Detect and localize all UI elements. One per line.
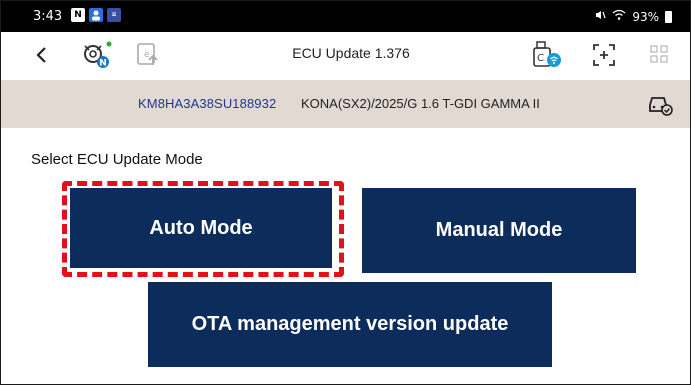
ota-update-button[interactable]: OTA management version update — [148, 282, 552, 367]
status-time: 3:43 — [33, 9, 63, 24]
n-notification-icon: N — [71, 8, 85, 22]
vehicle-vin: KM8HA3A38SU188932 — [138, 96, 277, 111]
section-title: Select ECU Update Mode — [31, 151, 203, 168]
battery-level: 93% — [632, 9, 659, 24]
vci-connection-icon[interactable]: N — [81, 40, 113, 70]
battery-icon — [665, 10, 672, 23]
auto-mode-button[interactable]: Auto Mode — [70, 188, 332, 268]
wireless-vci-icon[interactable]: C — [532, 40, 564, 70]
notification-icons: N ≡ — [71, 8, 121, 22]
status-bar: 3:43 N ≡ 93% — [1, 1, 690, 32]
back-icon[interactable] — [31, 44, 51, 66]
wifi-icon — [612, 9, 626, 24]
status-right: 93% — [594, 9, 672, 24]
vehicle-description: KONA(SX2)/2025/G 1.6 T-GDI GAMMA II — [301, 96, 540, 111]
vehicle-info-bar: KM8HA3A38SU188932 KONA(SX2)/2025/G 1.6 T… — [1, 80, 690, 128]
svg-text:N: N — [99, 59, 107, 69]
app-window: 3:43 N ≡ 93% N e ECU Update 1.376 C KM8H… — [0, 0, 691, 385]
user-notification-icon — [89, 8, 103, 22]
app-notification-icon: ≡ — [107, 8, 121, 22]
app-bar: N e ECU Update 1.376 C — [1, 32, 690, 79]
svg-text:C: C — [537, 53, 544, 64]
manual-mode-button[interactable]: Manual Mode — [362, 188, 636, 273]
page-title: ECU Update 1.376 — [292, 45, 410, 61]
svg-text:e: e — [144, 50, 150, 60]
vehicle-check-icon[interactable] — [646, 91, 674, 117]
ecu-upload-icon[interactable]: e — [134, 41, 162, 69]
mute-icon — [594, 9, 606, 24]
screen-capture-icon[interactable] — [591, 42, 617, 68]
grid-menu-icon[interactable] — [649, 44, 669, 64]
